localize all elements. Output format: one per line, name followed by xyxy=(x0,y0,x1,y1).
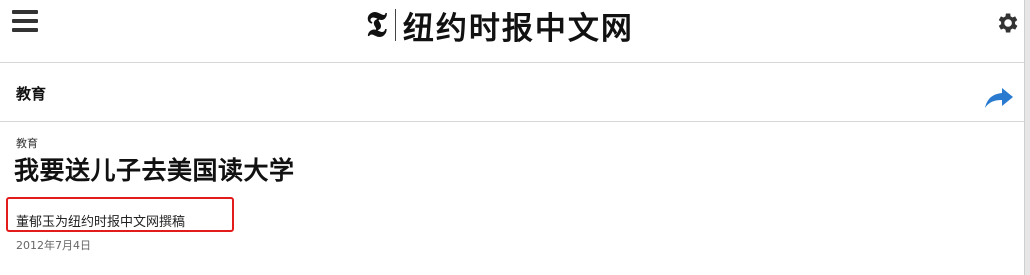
nyt-t-logo-icon: 𝕿 xyxy=(366,5,387,45)
scrollbar-track[interactable] xyxy=(1024,0,1030,275)
article-byline: 董郁玉为纽约时报中文网撰稿 xyxy=(16,215,186,230)
article-headline[interactable]: 我要送儿子去美国读大学 xyxy=(14,151,295,187)
hamburger-menu-icon[interactable] xyxy=(12,10,42,36)
article-kicker[interactable]: 教育 xyxy=(16,135,38,151)
site-name: 纽约时报中文网 xyxy=(402,10,634,47)
logo-divider xyxy=(394,9,396,41)
top-header: 𝕿 纽约时报中文网 xyxy=(0,0,1024,63)
article-date: 2012年7月4日 xyxy=(16,239,91,252)
section-bar: 教育 xyxy=(0,63,1024,122)
section-title[interactable]: 教育 xyxy=(16,83,46,104)
share-arrow-icon[interactable] xyxy=(984,86,1014,110)
gear-icon[interactable] xyxy=(994,10,1020,36)
site-logo[interactable]: 𝕿 纽约时报中文网 xyxy=(366,3,634,47)
